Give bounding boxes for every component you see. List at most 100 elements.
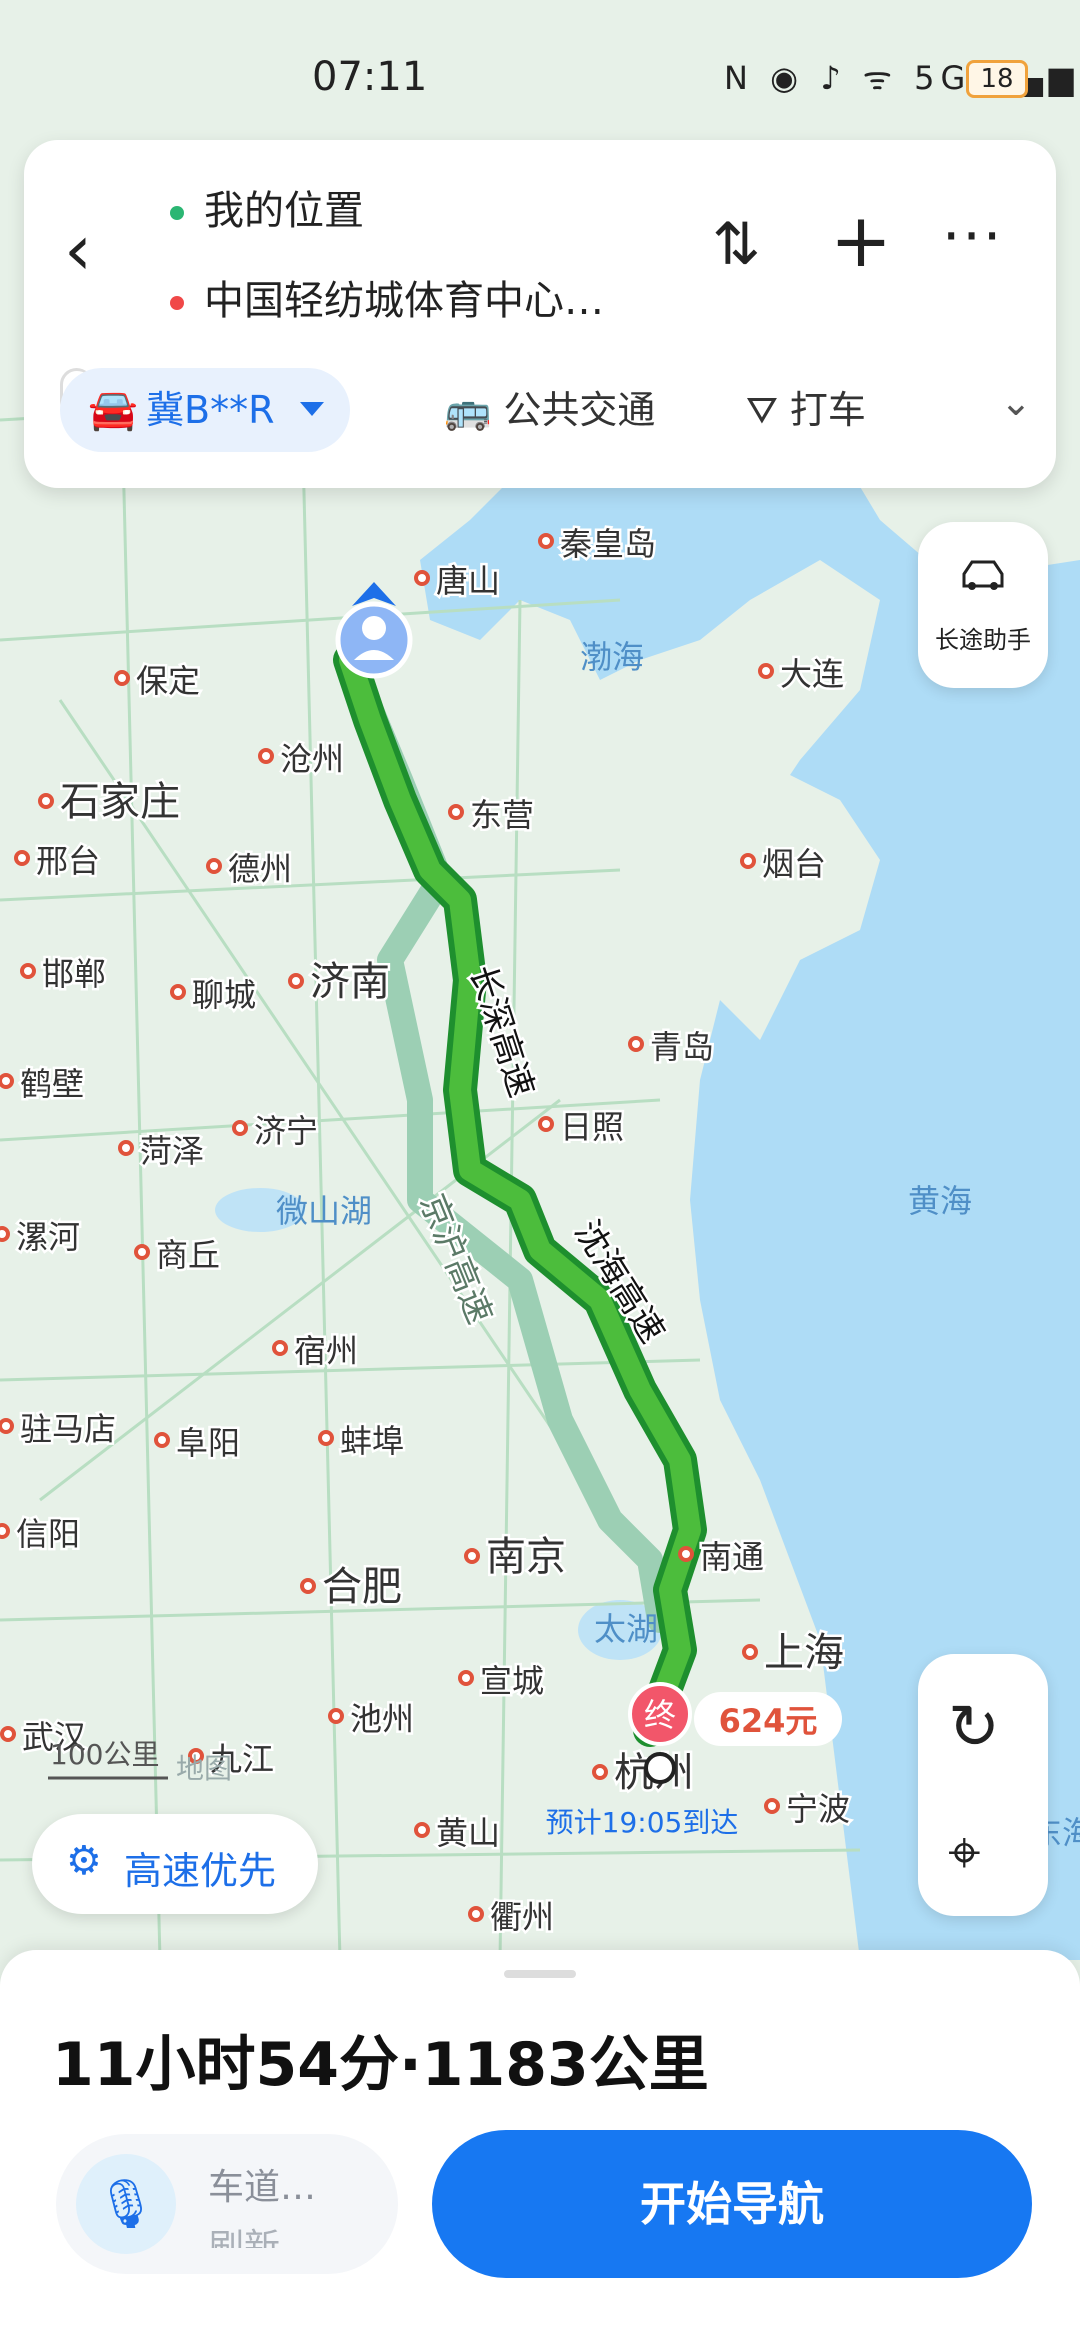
water-label: 太湖: [594, 1610, 658, 1648]
back-icon[interactable]: ‹: [64, 210, 124, 290]
map-controls: ↻ ⌖: [918, 1654, 1048, 1916]
destination-row[interactable]: 中国轻纺城体育中心…: [170, 268, 604, 326]
city-label: 商丘: [156, 1236, 220, 1274]
route-summary: 11小时54分·1183公里: [52, 2030, 709, 2100]
voice-line1: 车道…: [208, 2167, 317, 2208]
origin-row[interactable]: 我的位置: [170, 178, 364, 236]
city-marker: [38, 793, 54, 809]
route-preference-button[interactable]: ⚙ 高速优先: [32, 1814, 318, 1914]
city-marker: [328, 1708, 344, 1724]
city-label: 驻马店: [20, 1410, 116, 1448]
origin-dot-icon: [170, 206, 184, 220]
long-trip-label: 长途助手: [935, 626, 1031, 654]
city-marker: [758, 663, 774, 679]
end-marker-label: 终: [644, 1696, 676, 1734]
drag-handle[interactable]: [504, 1970, 576, 1978]
city-marker: [0, 1418, 14, 1434]
refresh-icon[interactable]: ↻: [948, 1690, 1000, 1763]
city-label: 青岛: [650, 1028, 714, 1066]
city-label: 宁波: [786, 1790, 850, 1828]
city-marker: [0, 1226, 10, 1242]
city-label: 池州: [350, 1700, 414, 1738]
city-marker: [592, 1764, 608, 1780]
car-assistant-icon: [962, 560, 1004, 590]
voice-line2: 刷新: [208, 2227, 281, 2248]
city-marker: [114, 670, 130, 686]
status-time: 07:11: [312, 54, 428, 100]
city-marker: [414, 1822, 430, 1838]
tab-public-transit-label: 公共交通: [503, 388, 656, 432]
water-label: 微山湖: [276, 1192, 372, 1230]
expand-tabs-icon[interactable]: ⌄: [1000, 380, 1032, 424]
city-label: 邢台: [36, 842, 100, 880]
city-label: 上海: [764, 1630, 844, 1676]
city-marker: [232, 1120, 248, 1136]
chevron-down-icon: [300, 402, 324, 416]
city-marker: [538, 533, 554, 549]
tab-public-transit[interactable]: 🚌 公共交通: [444, 368, 655, 452]
settings-sliders-icon: ⚙: [66, 1838, 102, 1884]
city-marker: [448, 804, 464, 820]
tab-taxi[interactable]: ⛛ 打车: [746, 368, 866, 452]
toll-label: 624元: [719, 1702, 818, 1740]
tab-car[interactable]: 🚘 冀B**R: [60, 368, 350, 452]
city-marker: [0, 1726, 16, 1742]
more-icon[interactable]: ···: [942, 202, 1003, 270]
city-marker: [538, 1116, 554, 1132]
city-label: 蚌埠: [340, 1422, 404, 1460]
city-label: 南通: [700, 1538, 764, 1576]
city-label: 东营: [470, 796, 534, 834]
taxi-icon: ⛛: [746, 388, 778, 432]
city-label: 保定: [136, 662, 200, 700]
city-label: 阜阳: [176, 1424, 240, 1462]
city-label: 日照: [560, 1108, 624, 1146]
mode-tabs: 🚘 冀B**R 🚌 公共交通 ⛛ 打车 ⌄: [60, 368, 1040, 452]
long-trip-assistant-button[interactable]: 长途助手: [918, 522, 1048, 688]
city-marker: [678, 1546, 694, 1562]
city-marker: [458, 1670, 474, 1686]
voice-assistant-button[interactable]: 🎙 车道… 刷新: [56, 2134, 398, 2274]
locate-icon[interactable]: ⌖: [948, 1818, 981, 1887]
start-navigation-button[interactable]: 开始导航: [432, 2130, 1032, 2278]
city-label: 宿州: [294, 1332, 358, 1370]
destination-pin-icon: [644, 1752, 676, 1784]
city-marker: [170, 984, 186, 1000]
map-watermark: 地图: [176, 1752, 232, 1785]
city-marker: [154, 1432, 170, 1448]
city-marker: [318, 1430, 334, 1446]
city-label: 信阳: [16, 1515, 80, 1553]
add-waypoint-icon[interactable]: +: [830, 198, 892, 284]
city-label: 大连: [780, 655, 844, 693]
city-marker: [742, 1644, 758, 1660]
status-bar: 07:11 N ◉ ♪ ᯤ 5G ▂▄▆ 18: [0, 30, 1080, 110]
city-label: 黄山: [436, 1814, 500, 1852]
city-marker: [464, 1548, 480, 1564]
car-plate-label: 冀B**R: [146, 388, 275, 432]
city-label: 邯郸: [42, 955, 106, 993]
city-label: 鹤壁: [20, 1065, 84, 1103]
city-label: 唐山: [436, 562, 500, 600]
microphone-icon: 🎙: [76, 2154, 176, 2254]
city-marker: [206, 858, 222, 874]
scale-label: 100公里: [50, 1738, 159, 1771]
city-marker: [258, 748, 274, 764]
city-marker: [300, 1578, 316, 1594]
city-marker: [20, 963, 36, 979]
city-marker: [14, 850, 30, 866]
city-label: 菏泽: [140, 1132, 204, 1170]
swap-icon[interactable]: ⇅: [712, 210, 761, 278]
eta-label: 预计19:05到达: [546, 1806, 739, 1839]
water-label: 渤海: [580, 638, 644, 676]
battery-icon: 18: [966, 60, 1028, 98]
city-marker: [414, 570, 430, 586]
city-marker: [288, 973, 304, 989]
city-label: 石家庄: [60, 779, 180, 825]
destination-label: 中国轻纺城体育中心…: [204, 278, 604, 324]
route-preference-label: 高速优先: [124, 1849, 277, 1893]
city-label: 宣城: [480, 1662, 544, 1700]
city-label: 济南: [310, 959, 390, 1005]
city-marker: [764, 1798, 780, 1814]
city-marker: [740, 853, 756, 869]
route-card: ‹ 我的位置 中国轻纺城体育中心… ⇅ + ··· 🚘 冀B**R 🚌 公共交通 …: [24, 140, 1056, 488]
city-label: 德州: [228, 850, 292, 888]
